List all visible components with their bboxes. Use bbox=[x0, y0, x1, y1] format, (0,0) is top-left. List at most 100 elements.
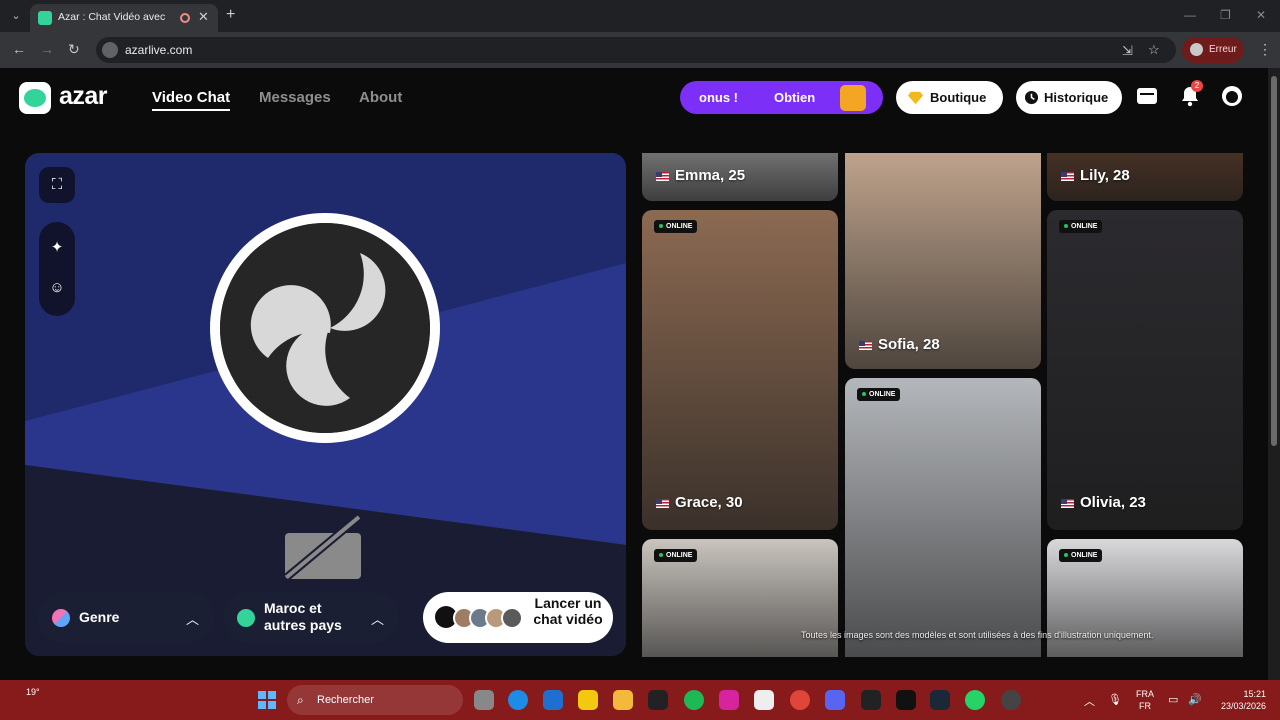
maximize-icon[interactable]: ❐ bbox=[1220, 8, 1231, 22]
error-label: Erreur bbox=[1209, 44, 1237, 55]
azar-logo-icon[interactable] bbox=[19, 82, 51, 114]
reload-icon[interactable]: ↻ bbox=[68, 41, 80, 58]
windows-start-icon[interactable] bbox=[258, 691, 276, 709]
steam-icon[interactable] bbox=[930, 690, 950, 710]
profile-name: Olivia, 23 bbox=[1061, 494, 1146, 511]
face-filter-icon[interactable]: ☺ bbox=[48, 279, 66, 297]
language-indicator[interactable]: FRA FR bbox=[1136, 688, 1154, 712]
profile-card[interactable]: Sofia, 28 bbox=[845, 153, 1041, 369]
windows-taskbar: 19° ⌕ Rechercher ︿ 🎙 FRA FR ▭ 🔊 15:21 23… bbox=[0, 680, 1280, 720]
tiktok-icon[interactable] bbox=[896, 690, 916, 710]
close-tab-icon[interactable]: ✕ bbox=[198, 9, 209, 25]
profile-name: Grace, 30 bbox=[656, 494, 743, 511]
camera-off-icon bbox=[284, 515, 362, 581]
chrome-icon[interactable] bbox=[790, 690, 810, 710]
azar-favicon-icon bbox=[38, 11, 52, 25]
launch-label: Lancer un chat vidéo bbox=[533, 595, 603, 627]
history-button[interactable]: Historique bbox=[1016, 81, 1122, 114]
logo-text[interactable]: azar bbox=[59, 82, 108, 111]
profile-avatar-icon[interactable] bbox=[1220, 85, 1244, 109]
promo-action: Obtien bbox=[774, 90, 816, 105]
profile-card[interactable]: ONLINE Olivia, 23 bbox=[1047, 210, 1243, 530]
online-badge: ONLINE bbox=[654, 220, 698, 233]
history-label: Historique bbox=[1044, 90, 1109, 105]
launch-video-chat-button[interactable]: Lancer un chat vidéo bbox=[423, 592, 613, 643]
clock[interactable]: 15:21 23/03/2026 bbox=[1210, 688, 1266, 712]
volume-icon[interactable]: 🔊 bbox=[1188, 693, 1202, 706]
mail-icon[interactable] bbox=[543, 690, 563, 710]
taskbar-search[interactable]: ⌕ Rechercher bbox=[287, 685, 463, 715]
rockstar-icon[interactable] bbox=[578, 690, 598, 710]
promo-banner[interactable]: onus ! Obtien bbox=[680, 81, 883, 114]
disclaimer-text: Toutes les images sont des modèles et so… bbox=[801, 630, 1154, 640]
url-text: azarlive.com bbox=[125, 43, 193, 57]
browser-tab-bar: ⌄ Azar : Chat Vidéo avec de n ✕ + — ❐ ✕ bbox=[0, 0, 1280, 32]
discord-icon[interactable] bbox=[825, 690, 845, 710]
install-app-icon[interactable]: ⇲ bbox=[1122, 43, 1133, 59]
tab-search-icon[interactable]: ⌄ bbox=[6, 7, 26, 25]
profile-card[interactable]: ONLINE Grace, 30 bbox=[642, 210, 838, 530]
region-label: Maroc et autres pays bbox=[264, 600, 342, 633]
profile-card[interactable]: ONLINE bbox=[845, 378, 1041, 657]
instagram-icon[interactable] bbox=[719, 690, 739, 710]
video-preview-panel: ⛶ ✦ ☺ Genre ︿ Maroc et autres pays ︿ Lan… bbox=[25, 153, 626, 656]
back-icon[interactable]: ← bbox=[12, 41, 26, 57]
capcut-icon[interactable] bbox=[861, 690, 881, 710]
page-scrollbar[interactable] bbox=[1268, 68, 1280, 680]
minimize-icon[interactable]: — bbox=[1184, 8, 1196, 22]
nav-video-chat[interactable]: Video Chat bbox=[152, 89, 231, 111]
store-icon[interactable] bbox=[754, 690, 774, 710]
network-icon[interactable]: ▭ bbox=[1168, 693, 1178, 706]
browser-menu-icon[interactable]: ⋮ bbox=[1258, 41, 1272, 58]
nav-about[interactable]: About bbox=[359, 89, 402, 106]
diamond-icon bbox=[908, 91, 923, 105]
inbox-icon[interactable] bbox=[1135, 85, 1159, 109]
gender-filter-button[interactable]: Genre ︿ bbox=[38, 592, 214, 643]
profile-error-button[interactable]: Erreur bbox=[1182, 37, 1244, 63]
new-tab-icon[interactable]: + bbox=[226, 6, 235, 24]
online-badge: ONLINE bbox=[1059, 220, 1103, 233]
whatsapp-icon[interactable] bbox=[965, 690, 985, 710]
gender-icon bbox=[52, 609, 70, 627]
shop-button[interactable]: Boutique bbox=[896, 81, 1003, 114]
task-view-icon[interactable] bbox=[474, 690, 494, 710]
us-flag-icon bbox=[859, 340, 872, 350]
date-text: 23/03/2026 bbox=[1220, 701, 1266, 711]
lang-bottom: FR bbox=[1139, 701, 1151, 711]
edge-icon[interactable] bbox=[508, 690, 528, 710]
tray-overflow-icon[interactable]: ︿ bbox=[1084, 693, 1095, 709]
lang-top: FRA bbox=[1136, 689, 1154, 699]
url-field[interactable]: azarlive.com ⇲ ☆ bbox=[96, 37, 1176, 63]
forward-icon[interactable]: → bbox=[40, 41, 54, 57]
gift-box-icon bbox=[840, 85, 866, 111]
microphone-icon[interactable]: 🎙 bbox=[1108, 693, 1122, 706]
scrollbar-thumb[interactable] bbox=[1271, 76, 1277, 446]
us-flag-icon bbox=[656, 498, 669, 508]
tab-title: Azar : Chat Vidéo avec de n bbox=[58, 11, 168, 23]
epic-games-icon[interactable] bbox=[648, 690, 668, 710]
file-explorer-icon[interactable] bbox=[613, 690, 633, 710]
video-toolbar: ⛶ ✦ ☺ bbox=[39, 167, 75, 316]
profile-card[interactable]: Emma, 25 bbox=[642, 153, 838, 201]
promo-text: onus ! bbox=[699, 90, 738, 105]
profile-card[interactable]: Lily, 28 bbox=[1047, 153, 1243, 201]
close-window-icon[interactable]: ✕ bbox=[1256, 8, 1266, 22]
spotify-icon[interactable] bbox=[684, 690, 704, 710]
search-icon: ⌕ bbox=[297, 693, 304, 707]
site-info-icon[interactable] bbox=[102, 42, 118, 58]
bookmark-star-icon[interactable]: ☆ bbox=[1148, 42, 1160, 58]
fullscreen-button[interactable]: ⛶ bbox=[39, 167, 75, 203]
effects-group: ✦ ☺ bbox=[39, 222, 75, 316]
magic-wand-icon[interactable]: ✦ bbox=[48, 239, 66, 257]
profile-name: Sofia, 28 bbox=[859, 336, 940, 353]
obs-logo-icon bbox=[210, 213, 440, 443]
obs-icon[interactable] bbox=[1001, 690, 1021, 710]
weather-widget[interactable]: 19° bbox=[26, 687, 40, 697]
region-filter-button[interactable]: Maroc et autres pays ︿ bbox=[223, 592, 399, 643]
browser-tab[interactable]: Azar : Chat Vidéo avec de n ✕ bbox=[30, 4, 218, 32]
profile-grid: Emma, 25 Sofia, 28 Lily, 28 ONLINE Grace… bbox=[642, 153, 1243, 657]
nav-messages[interactable]: Messages bbox=[259, 89, 331, 106]
recording-icon bbox=[180, 13, 190, 23]
clock-icon bbox=[1024, 90, 1039, 105]
chevron-up-icon: ︿ bbox=[186, 612, 200, 627]
